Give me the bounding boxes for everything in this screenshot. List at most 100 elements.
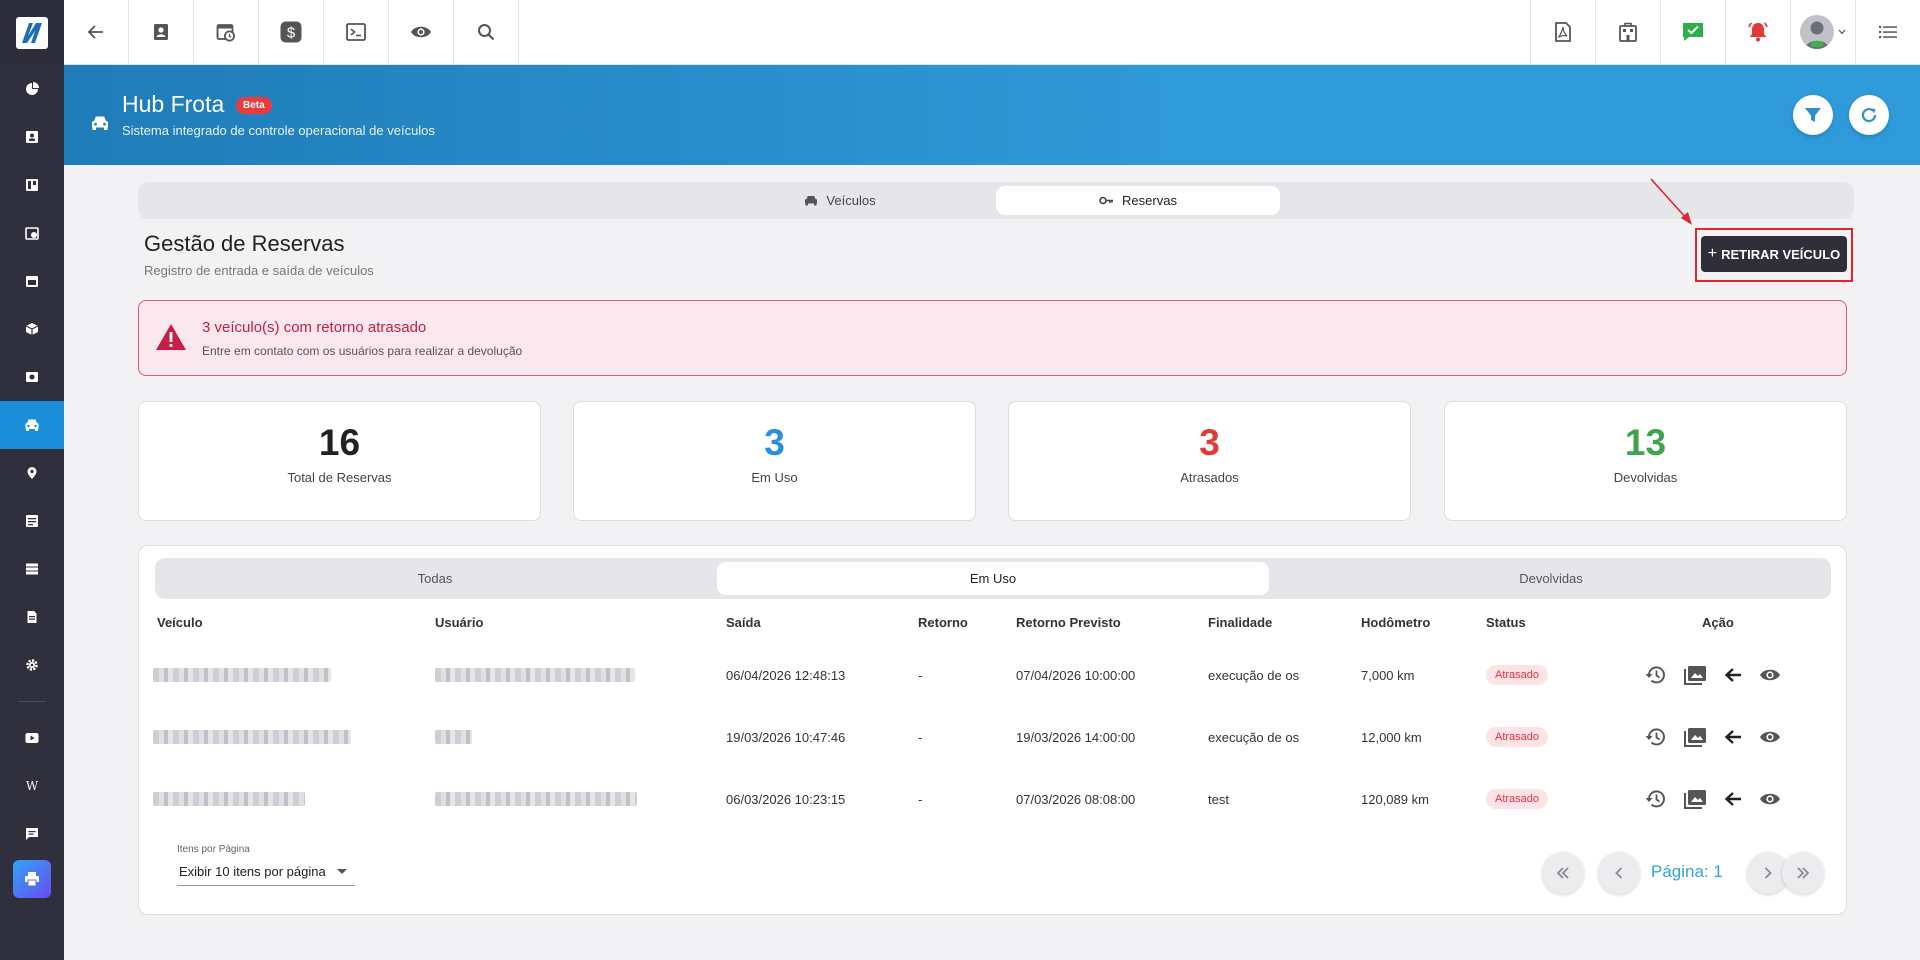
car-icon bbox=[805, 196, 818, 206]
building-icon bbox=[1619, 22, 1637, 42]
eye-icon[interactable] bbox=[1759, 668, 1781, 682]
stat-card-total: 16 Total de Reservas bbox=[138, 401, 541, 521]
column-header-return: Retorno bbox=[918, 615, 968, 630]
sidebar-item-calendar[interactable] bbox=[0, 257, 64, 305]
history-icon[interactable] bbox=[1644, 789, 1666, 809]
sidebar-item-chat[interactable] bbox=[0, 810, 64, 858]
filter-button[interactable] bbox=[1793, 95, 1833, 135]
column-header-purpose: Finalidade bbox=[1208, 615, 1273, 630]
return-vehicle-arrow-icon[interactable] bbox=[1724, 791, 1742, 807]
redacted-user bbox=[435, 668, 635, 682]
search-button[interactable] bbox=[454, 0, 519, 64]
photo-gallery-icon[interactable] bbox=[1683, 727, 1707, 747]
photo-gallery-icon[interactable] bbox=[1683, 665, 1707, 685]
vehicle-cell-redacted bbox=[153, 644, 331, 706]
odometer-cell: 120,089 km bbox=[1361, 791, 1429, 807]
sidebar-item-schedule[interactable] bbox=[0, 209, 64, 257]
alerts-button[interactable] bbox=[1725, 0, 1790, 64]
building-button[interactable] bbox=[1595, 0, 1660, 64]
beta-badge: Beta bbox=[236, 97, 272, 114]
sidebar-item-list[interactable] bbox=[0, 497, 64, 545]
column-header-odometer: Hodômetro bbox=[1361, 615, 1431, 630]
pdf-button[interactable] bbox=[1530, 0, 1595, 64]
withdraw-vehicle-button[interactable]: + RETIRAR VEÍCULO bbox=[1701, 236, 1847, 272]
sidebar-item-location[interactable] bbox=[0, 449, 64, 497]
sidebar-item-wiki[interactable]: W bbox=[0, 762, 64, 810]
tasks-button[interactable] bbox=[1660, 0, 1725, 64]
contact-card-icon bbox=[154, 24, 168, 40]
online-status-dot bbox=[1811, 41, 1823, 47]
sidebar-app-shortcut[interactable] bbox=[13, 860, 51, 898]
sidebar-item-contacts[interactable] bbox=[0, 113, 64, 161]
module-subtitle: Sistema integrado de controle operaciona… bbox=[122, 123, 435, 138]
money-icon bbox=[26, 372, 38, 382]
board-icon bbox=[26, 179, 38, 191]
calendar-icon bbox=[26, 276, 38, 287]
purpose-cell: execução de os bbox=[1208, 667, 1300, 683]
finance-button[interactable]: $ bbox=[259, 0, 324, 64]
calendar-clock-icon bbox=[216, 24, 235, 42]
filter-tab-all[interactable]: Todas bbox=[159, 562, 711, 595]
column-header-action: Ação bbox=[1702, 615, 1734, 630]
redacted-user bbox=[435, 730, 472, 744]
terminal-icon bbox=[346, 23, 366, 41]
sidebar-item-servers[interactable] bbox=[0, 545, 64, 593]
sidebar-item-video[interactable] bbox=[0, 714, 64, 762]
svg-text:$: $ bbox=[287, 25, 296, 42]
menu-list-icon bbox=[1879, 26, 1897, 38]
stat-value: 3 bbox=[764, 422, 785, 463]
double-chevron-left-icon bbox=[1556, 867, 1569, 879]
tab-vehicles[interactable]: Veículos bbox=[698, 186, 982, 215]
withdraw-vehicle-label: RETIRAR VEÍCULO bbox=[1721, 246, 1841, 262]
history-icon[interactable] bbox=[1644, 665, 1666, 685]
vehicle-cell-redacted bbox=[153, 706, 351, 768]
sidebar-item-finance[interactable] bbox=[0, 353, 64, 401]
return-vehicle-arrow-icon[interactable] bbox=[1724, 667, 1742, 683]
filter-tab-returned[interactable]: Devolvidas bbox=[1275, 562, 1827, 595]
menu-button[interactable] bbox=[1855, 0, 1920, 64]
stat-card-returned: 13 Devolvidas bbox=[1444, 401, 1847, 521]
reservations-panel: Todas Em Uso Devolvidas Veículo Usuário … bbox=[138, 545, 1847, 915]
status-badge: Atrasado bbox=[1486, 727, 1549, 747]
last-page-button[interactable] bbox=[1782, 852, 1824, 894]
refresh-button[interactable] bbox=[1849, 95, 1889, 135]
top-toolbar: $ bbox=[64, 0, 1920, 65]
page-subtitle: Registro de entrada e saída de veículos bbox=[144, 263, 374, 278]
app-logo[interactable] bbox=[0, 0, 64, 65]
departure-cell: 06/04/2026 12:48:13 bbox=[726, 667, 846, 683]
contacts-button[interactable] bbox=[129, 0, 194, 64]
photo-gallery-icon[interactable] bbox=[1683, 789, 1707, 809]
chevron-down-icon bbox=[1838, 29, 1846, 35]
schedule-button[interactable] bbox=[194, 0, 259, 64]
warning-icon bbox=[156, 324, 186, 350]
module-title: Hub Frota bbox=[122, 91, 225, 117]
double-chevron-right-icon bbox=[1797, 867, 1810, 879]
car-icon bbox=[25, 419, 39, 431]
sidebar-item-documents[interactable] bbox=[0, 593, 64, 641]
terminal-button[interactable] bbox=[324, 0, 389, 64]
items-per-page-select[interactable]: Exibir 10 itens por página bbox=[177, 858, 355, 886]
table-row: 06/03/2026 10:23:15 - 07/03/2026 08:08:0… bbox=[139, 768, 1848, 830]
user-menu-button[interactable] bbox=[1790, 0, 1855, 64]
sidebar-item-board[interactable] bbox=[0, 161, 64, 209]
sidebar-item-inventory[interactable] bbox=[0, 305, 64, 353]
tab-reservations[interactable]: Reservas bbox=[996, 186, 1280, 215]
filter-tab-in-use[interactable]: Em Uso bbox=[717, 562, 1269, 595]
expected-return-cell: 07/03/2026 08:08:00 bbox=[1016, 791, 1136, 807]
eye-icon[interactable] bbox=[1759, 730, 1781, 744]
sidebar-item-settings[interactable] bbox=[0, 641, 64, 689]
previous-page-button[interactable] bbox=[1598, 852, 1640, 894]
view-button[interactable] bbox=[389, 0, 454, 64]
eye-icon[interactable] bbox=[1759, 792, 1781, 806]
items-per-page-value: Exibir 10 itens por página bbox=[179, 864, 326, 879]
table-row: 19/03/2026 10:47:46 - 19/03/2026 14:00:0… bbox=[139, 706, 1848, 768]
user-cell-redacted bbox=[435, 706, 472, 768]
sidebar-item-fleet[interactable] bbox=[0, 401, 64, 449]
sidebar-item-dashboard[interactable] bbox=[0, 65, 64, 113]
avatar bbox=[1800, 15, 1834, 49]
return-vehicle-arrow-icon[interactable] bbox=[1724, 729, 1742, 745]
back-button[interactable] bbox=[64, 0, 129, 64]
column-header-departure: Saída bbox=[726, 615, 761, 630]
history-icon[interactable] bbox=[1644, 727, 1666, 747]
first-page-button[interactable] bbox=[1542, 852, 1584, 894]
